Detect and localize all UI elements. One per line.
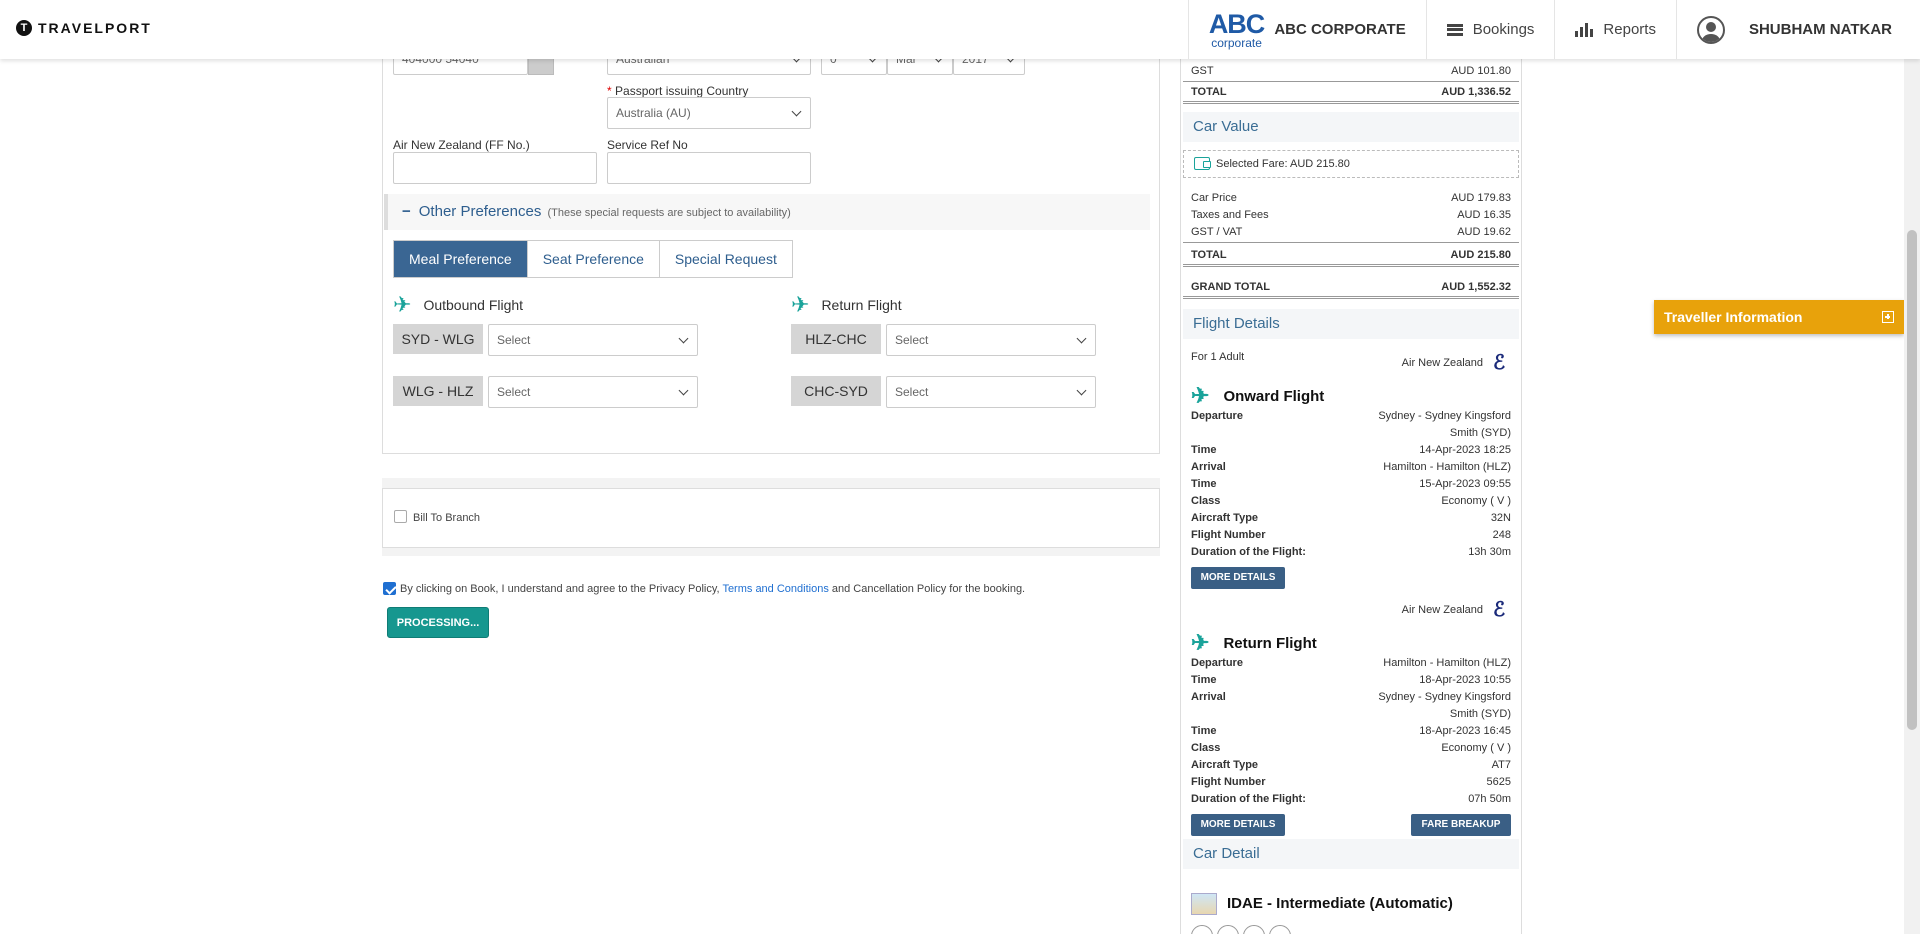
tab-special-request[interactable]: Special Request <box>659 241 792 277</box>
corporate-switcher[interactable]: ABC corporate ABC CORPORATE <box>1187 0 1426 59</box>
passport-country-select[interactable]: Australia (AU) <box>607 97 811 129</box>
airline-return: Air New Zealand ℰ <box>1402 600 1511 620</box>
wallet-icon <box>1194 157 1211 170</box>
terms-link[interactable]: Terms and Conditions <box>722 583 828 595</box>
preference-tabs: Meal Preference Seat Preference Special … <box>393 240 793 278</box>
processing-button[interactable]: PROCESSING... <box>387 607 489 638</box>
ff-number-input[interactable] <box>393 152 597 184</box>
grand-total-row: GRAND TOTAL AUD 1,552.32 <box>1191 281 1511 293</box>
travelport-logo-icon: T <box>16 20 32 36</box>
booking-summary-panel: GST AUD 101.80 TOTAL AUD 1,336.52 Car Valu… <box>1180 59 1522 934</box>
service-ref-label: Service Ref No <box>607 138 688 152</box>
abc-logo-small: corporate <box>1211 35 1262 50</box>
service-ref-input[interactable] <box>607 152 811 184</box>
other-preferences-header[interactable]: − Other Preferences (These special reques… <box>384 194 1150 230</box>
abc-corporate-logo: ABC corporate <box>1208 8 1265 50</box>
car-total-row: TOTAL AUD 215.80 <box>1191 249 1511 261</box>
user-avatar-icon <box>1696 15 1725 44</box>
car-feature-icon <box>1217 925 1239 934</box>
meal-select-syd-wlg[interactable]: Select <box>488 324 698 356</box>
bar-chart-icon <box>1575 22 1594 37</box>
car-price-row: Car Price AUD 179.83 <box>1191 192 1511 204</box>
car-thumbnail-image <box>1191 893 1217 915</box>
return-more-details-button[interactable]: MORE DETAILS <box>1191 814 1285 836</box>
divider <box>1183 242 1519 243</box>
return-flight-title: ✈ Return Flight <box>1191 630 1317 655</box>
travelport-logo-text: TRAVELPORT <box>38 20 152 36</box>
collapse-icon: − <box>402 203 411 220</box>
bill-to-branch-label: Bill To Branch <box>413 512 481 524</box>
air-new-zealand-logo-icon: ℰ <box>1492 352 1506 374</box>
reports-menu[interactable]: Reports <box>1554 0 1676 59</box>
bookings-menu[interactable]: Bookings <box>1425 0 1555 59</box>
gst-vat-row: GST / VAT AUD 19.62 <box>1191 226 1511 238</box>
plane-icon: ✈ <box>393 292 412 317</box>
ff-number-label: Air New Zealand (FF No.) <box>393 138 530 152</box>
abc-logo-big: ABC <box>1208 8 1265 39</box>
agree-checkbox[interactable] <box>383 582 396 595</box>
passport-country-label: * Passport issuing Country <box>607 84 749 98</box>
expand-icon[interactable] <box>1882 311 1894 323</box>
total-row: TOTAL AUD 1,336.52 <box>1191 86 1511 98</box>
header-right: ABC corporate ABC CORPORATE Bookings Rep… <box>1187 0 1920 59</box>
return-flight-header: ✈ Return Flight <box>791 294 902 316</box>
bill-to-branch-checkbox[interactable] <box>394 510 407 523</box>
return-flight-title: Return Flight <box>821 297 902 313</box>
plane-icon: ✈ <box>1191 630 1210 655</box>
air-new-zealand-logo-icon: ℰ <box>1492 599 1506 621</box>
selected-fare-box: Selected Fare: AUD 215.80 <box>1183 150 1519 178</box>
billing-section <box>382 488 1160 548</box>
meal-select-hlz-chc[interactable]: Select <box>886 324 1096 356</box>
traveller-information-widget[interactable]: Traveller Information <box>1654 300 1904 334</box>
meal-select-wlg-hlz[interactable]: Select <box>488 376 698 408</box>
segment-tag: WLG - HLZ <box>393 376 483 406</box>
meal-select-chc-syd[interactable]: Select <box>886 376 1096 408</box>
fare-breakup-button[interactable]: FARE BREAKUP <box>1411 814 1511 836</box>
outbound-flight-title: Outbound Flight <box>423 297 524 313</box>
divider <box>1183 101 1519 104</box>
segment-tag: HLZ-CHC <box>791 324 881 354</box>
user-menu[interactable]: SHUBHAM NATKAR <box>1675 0 1920 59</box>
tab-meal-preference[interactable]: Meal Preference <box>394 241 528 277</box>
car-feature-icon <box>1243 925 1265 934</box>
car-feature-icon <box>1191 925 1213 934</box>
page-scrollbar[interactable] <box>1904 0 1920 934</box>
user-name: SHUBHAM NATKAR <box>1748 21 1892 38</box>
top-header: T TRAVELPORT ABC corporate ABC CORPORATE… <box>0 0 1920 59</box>
reports-label: Reports <box>1603 21 1656 38</box>
traveller-information-label: Traveller Information <box>1664 309 1803 325</box>
car-feature-icon <box>1269 925 1291 934</box>
onward-flight-title: ✈ Onward Flight <box>1191 383 1325 408</box>
outbound-flight-header: ✈ Outbound Flight <box>393 294 523 316</box>
hamburger-icon <box>1446 23 1463 36</box>
travelport-logo[interactable]: T TRAVELPORT <box>16 20 152 36</box>
taxes-row: Taxes and Fees AUD 16.35 <box>1191 209 1511 221</box>
tab-seat-preference[interactable]: Seat Preference <box>527 241 660 277</box>
bookings-label: Bookings <box>1472 21 1535 38</box>
airline-onward: Air New Zealand ℰ <box>1402 353 1511 373</box>
plane-icon: ✈ <box>791 292 810 317</box>
gst-row: GST AUD 101.80 <box>1191 65 1511 77</box>
car-value-title: Car Value <box>1183 112 1519 142</box>
agree-text: By clicking on Book, I understand and ag… <box>400 583 1026 595</box>
segment-tag: CHC-SYD <box>791 376 881 406</box>
onward-more-details-button[interactable]: MORE DETAILS <box>1191 567 1285 589</box>
scrollbar-thumb[interactable] <box>1907 230 1917 730</box>
car-name: IDAE - Intermediate (Automatic) <box>1227 895 1453 912</box>
flight-details-title: Flight Details <box>1183 309 1519 339</box>
preferences-note: (These special requests are subject to a… <box>547 207 791 219</box>
corporate-name: ABC CORPORATE <box>1274 21 1406 38</box>
other-preferences-title: − Other Preferences (These special reques… <box>402 203 791 220</box>
car-detail-title: Car Detail <box>1183 839 1519 869</box>
segment-tag: SYD - WLG <box>393 324 483 354</box>
divider <box>1183 81 1519 82</box>
divider <box>1183 296 1519 299</box>
plane-icon: ✈ <box>1191 383 1210 408</box>
divider <box>1183 264 1519 267</box>
